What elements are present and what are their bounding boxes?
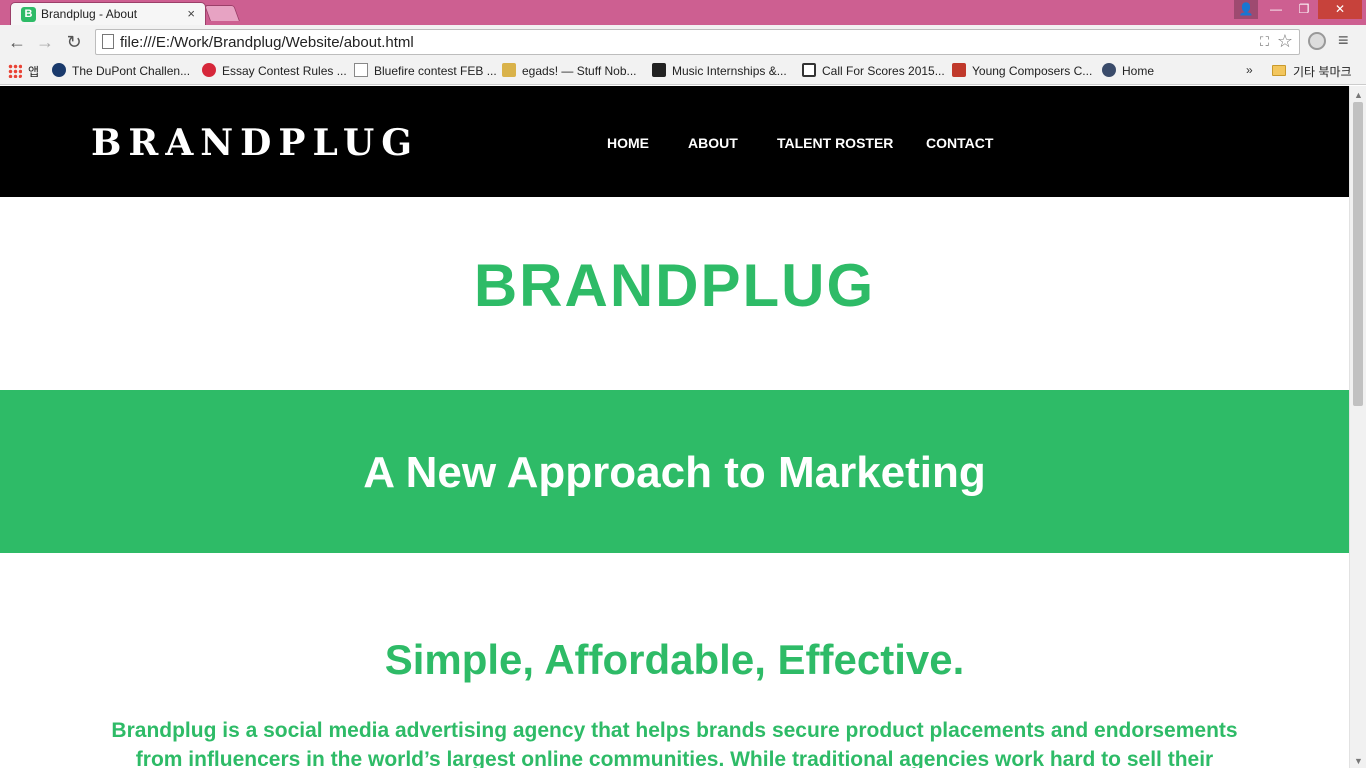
bookmark-label: The DuPont Challen... bbox=[72, 64, 191, 78]
bookmark-item[interactable]: The DuPont Challen... bbox=[52, 63, 190, 78]
hero-title: BRANDPLUG bbox=[473, 252, 876, 319]
address-bar-url[interactable]: file:///E:/Work/Brandplug/Website/about.… bbox=[120, 34, 414, 51]
close-window-icon[interactable]: ✕ bbox=[1318, 0, 1362, 19]
browser-menu-icon[interactable]: ≡ bbox=[1338, 30, 1349, 51]
new-tab-button[interactable] bbox=[204, 5, 240, 21]
section-subhead: Simple, Affordable, Effective. bbox=[384, 636, 965, 683]
home-icon bbox=[1102, 63, 1116, 77]
bookmark-label: Call For Scores 2015... bbox=[822, 64, 945, 78]
bookmark-label: Young Composers C... bbox=[972, 64, 1093, 78]
bookmark-label: Home bbox=[1122, 64, 1155, 78]
music-icon bbox=[652, 63, 666, 77]
browser-titlebar: B Brandplug - About × 👤 — ❐ ✕ bbox=[0, 0, 1366, 25]
composer-icon bbox=[952, 63, 966, 77]
browser-tab[interactable]: B Brandplug - About × bbox=[10, 2, 206, 25]
bookmark-label: egads! — Stuff Nob... bbox=[522, 64, 637, 78]
other-bookmarks[interactable]: 기타 북마크 bbox=[1293, 63, 1352, 80]
bookmark-label: Bluefire contest FEB ... bbox=[374, 64, 497, 78]
page-viewport: BRANDPLUG HOME ABOUT TALENT ROSTER CONTA… bbox=[0, 86, 1349, 768]
nav-about[interactable]: ABOUT bbox=[688, 135, 738, 151]
translate-icon[interactable]: ⛶ bbox=[1260, 34, 1269, 50]
bookmarks-more-icon[interactable]: » bbox=[1246, 63, 1253, 77]
tagline-band: A New Approach to Marketing bbox=[0, 390, 1349, 553]
scrollbar-thumb[interactable] bbox=[1353, 102, 1363, 406]
bookmark-star-icon[interactable]: ☆ bbox=[1277, 31, 1293, 52]
extension-icon[interactable] bbox=[1308, 32, 1326, 50]
bookmark-item[interactable]: Essay Contest Rules ... bbox=[202, 63, 347, 78]
bookmark-item[interactable]: Young Composers C... bbox=[952, 63, 1092, 78]
bookmark-label: 앱 bbox=[28, 65, 40, 79]
bookmark-item[interactable]: Bluefire contest FEB ... bbox=[354, 63, 497, 78]
scroll-down-icon[interactable]: ▼ bbox=[1354, 756, 1363, 766]
bookmark-apps[interactable]: 앱 bbox=[8, 63, 39, 80]
scroll-up-icon[interactable]: ▲ bbox=[1354, 90, 1363, 100]
user-profile-icon[interactable]: 👤 bbox=[1234, 0, 1258, 19]
site-header: BRANDPLUG HOME ABOUT TALENT ROSTER CONTA… bbox=[0, 86, 1349, 197]
reload-icon[interactable]: ↻ bbox=[64, 32, 84, 53]
maximize-icon[interactable]: ❐ bbox=[1290, 0, 1318, 19]
bookmark-label: Essay Contest Rules ... bbox=[222, 64, 347, 78]
page-scrollbar[interactable]: ▲ ▼ bbox=[1349, 86, 1366, 768]
egads-icon bbox=[502, 63, 516, 77]
forward-arrow-icon[interactable]: → bbox=[35, 32, 55, 53]
bookmark-item[interactable]: Music Internships &... bbox=[652, 63, 787, 78]
tab-favicon-icon: B bbox=[21, 7, 36, 22]
nav-talent-roster[interactable]: TALENT ROSTER bbox=[777, 135, 893, 151]
tab-title: Brandplug - About bbox=[41, 7, 138, 21]
page-icon bbox=[354, 63, 368, 77]
address-bar[interactable]: file:///E:/Work/Brandplug/Website/about.… bbox=[95, 29, 1300, 55]
flower-icon bbox=[202, 63, 216, 77]
bookmarks-bar: 앱 The DuPont Challen... Essay Contest Ru… bbox=[0, 59, 1366, 85]
back-arrow-icon[interactable]: ← bbox=[7, 32, 27, 53]
apps-grid-icon bbox=[8, 64, 22, 78]
browser-toolbar: ← → ↻ file:///E:/Work/Brandplug/Website/… bbox=[0, 25, 1366, 59]
dupont-icon bbox=[52, 63, 66, 77]
minimize-icon[interactable]: — bbox=[1262, 0, 1290, 19]
nav-contact[interactable]: CONTACT bbox=[926, 135, 993, 151]
tab-close-icon[interactable]: × bbox=[187, 6, 195, 21]
bookmark-item[interactable]: egads! — Stuff Nob... bbox=[502, 63, 637, 78]
bookmark-item[interactable]: Home bbox=[1102, 63, 1154, 78]
page-icon bbox=[102, 34, 114, 49]
bookmark-label: Music Internships &... bbox=[672, 64, 787, 78]
site-logo[interactable]: BRANDPLUG bbox=[91, 122, 419, 164]
band-title: A New Approach to Marketing bbox=[363, 448, 986, 497]
about-paragraph: Brandplug is a social media advertising … bbox=[111, 719, 1238, 768]
nav-home[interactable]: HOME bbox=[607, 135, 649, 151]
bookmark-item[interactable]: Call For Scores 2015... bbox=[802, 63, 945, 78]
folder-icon bbox=[1272, 65, 1286, 76]
b3-icon bbox=[802, 63, 816, 77]
